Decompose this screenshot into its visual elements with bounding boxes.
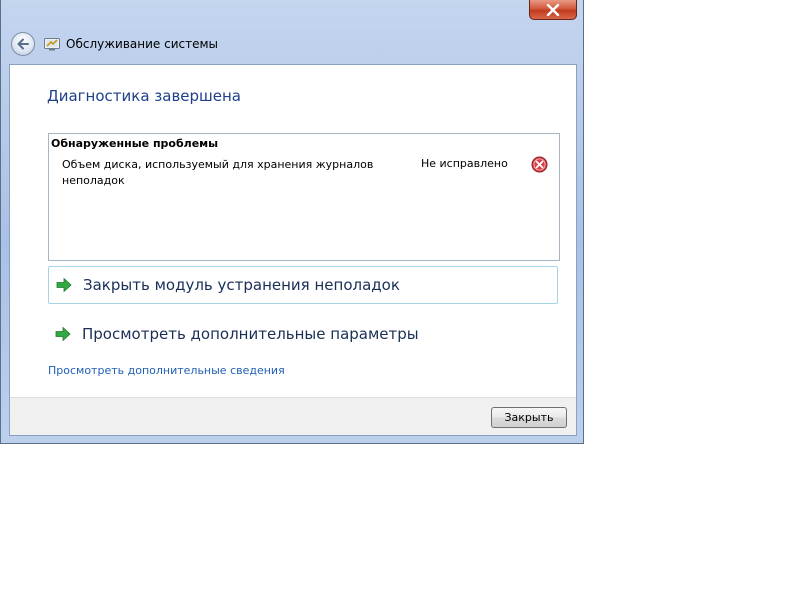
page: Обслуживание системы Диагностика заверше… (0, 0, 808, 593)
additional-options-label: Просмотреть дополнительные параметры (82, 325, 419, 343)
close-button[interactable]: Закрыть (491, 407, 567, 428)
footer-bar: Закрыть (10, 397, 576, 435)
close-troubleshooter-label: Закрыть модуль устранения неполадок (83, 276, 400, 294)
close-icon (546, 3, 560, 16)
error-icon (531, 156, 548, 173)
page-heading: Диагностика завершена (47, 87, 241, 105)
problems-title: Обнаруженные проблемы (51, 137, 219, 150)
system-maintenance-icon (44, 38, 60, 51)
close-troubleshooter-link[interactable]: Закрыть модуль устранения неполадок (48, 266, 558, 304)
green-arrow-icon (56, 277, 72, 293)
additional-options-link[interactable]: Просмотреть дополнительные параметры (48, 315, 558, 353)
green-arrow-icon (55, 326, 71, 342)
back-arrow-icon (17, 38, 29, 50)
window-title: Обслуживание системы (66, 37, 218, 51)
window-close-button[interactable] (529, 0, 577, 20)
problem-status: Не исправлено (421, 157, 508, 170)
problems-list: Обнаруженные проблемы Объем диска, испол… (48, 133, 560, 261)
view-details-link[interactable]: Просмотреть дополнительные сведения (48, 364, 285, 377)
title-bar[interactable]: Обслуживание системы (1, 0, 583, 64)
troubleshooter-window: Обслуживание системы Диагностика заверше… (0, 0, 584, 444)
problem-description: Объем диска, используемый для хранения ж… (62, 158, 374, 187)
content-area: Диагностика завершена Обнаруженные пробл… (9, 64, 577, 436)
back-button[interactable] (11, 32, 35, 56)
